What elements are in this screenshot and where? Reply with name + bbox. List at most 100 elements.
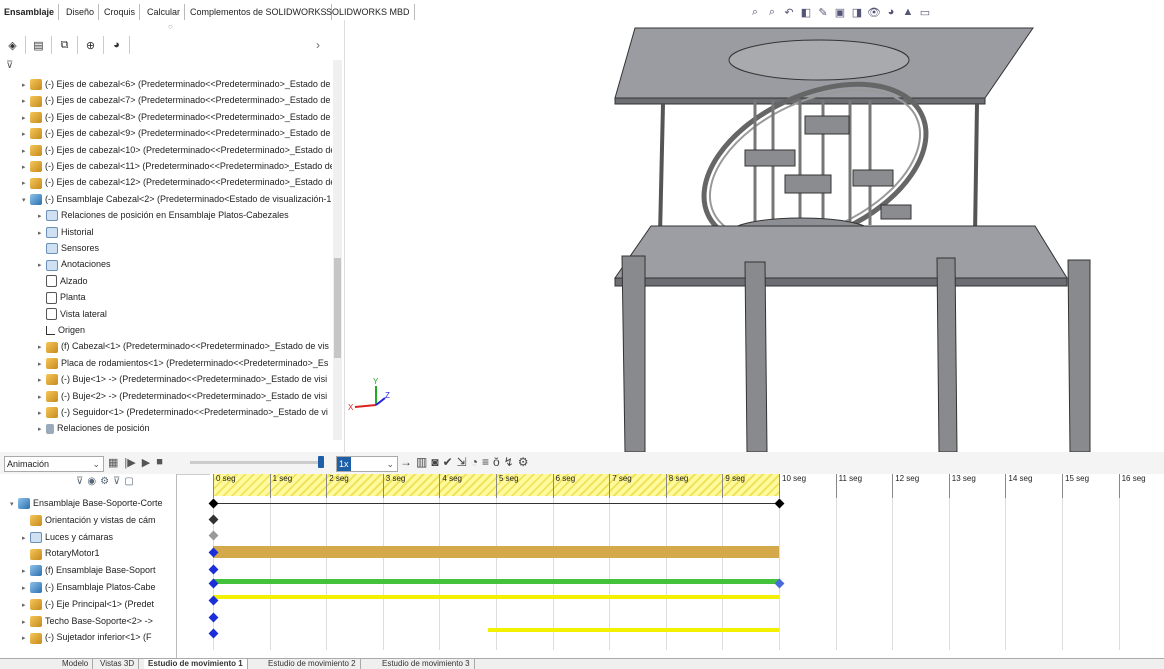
configuration-tab-icon[interactable]: ⧉ (52, 36, 78, 54)
tree-item[interactable]: ▸ Anotaciones (38, 256, 332, 272)
chevron-right-icon[interactable]: › (316, 38, 320, 52)
panel-collapse-handle[interactable]: ○ (0, 22, 344, 34)
chevron-right-icon[interactable]: ▸ (38, 390, 46, 404)
study-type-select[interactable]: Animación ⌄ (4, 456, 104, 472)
timeline-bar-platos[interactable] (213, 579, 779, 584)
chevron-down-icon[interactable]: ▾ (22, 193, 30, 207)
tree-item[interactable]: ▸ (-) Buje<1> -> (Predeterminado<<Predete… (38, 371, 332, 387)
motor-icon[interactable]: ◔ (471, 455, 478, 469)
tree-item[interactable]: ▸ (-) Ejes de cabezal<8> (Predeterminado<… (22, 109, 332, 125)
motion-tree-item[interactable]: ▸ (f) Ensamblaje Base-Soport (22, 562, 187, 579)
tab-croquis[interactable]: Croquis (100, 4, 141, 20)
chevron-right-icon[interactable]: ▸ (38, 406, 46, 420)
feature-tree-tab-icon[interactable]: ◈ (0, 36, 26, 54)
autokey-icon[interactable]: ✔ (443, 455, 453, 469)
tree-item[interactable]: ▾ (-) Ensamblaje Cabezal<2> (Predetermina… (22, 191, 332, 207)
filter-collapse-icon[interactable]: ▢ (124, 476, 133, 487)
tree-item-label: Planta (60, 292, 86, 303)
tree-item[interactable]: ▸ Relaciones de posición en Ensamblaje Pl… (38, 207, 332, 223)
chevron-right-icon[interactable]: ▸ (22, 176, 30, 190)
timeline-bar-assembly[interactable] (213, 503, 779, 504)
chevron-right-icon[interactable]: ▸ (22, 127, 30, 141)
playback-slider[interactable] (190, 456, 324, 468)
dimxpert-tab-icon[interactable]: ⊕ (78, 36, 104, 54)
tab-diseno[interactable]: Diseño (62, 4, 100, 20)
property-manager-tab-icon[interactable]: ▤ (26, 36, 52, 54)
chevron-right-icon[interactable]: ▸ (22, 597, 30, 613)
slider-knob[interactable] (318, 456, 324, 468)
tab-complementos[interactable]: Complementos de SOLIDWORKS (186, 4, 332, 20)
chevron-right-icon[interactable]: ▸ (22, 614, 30, 630)
timeline-bar-eje[interactable] (213, 595, 779, 599)
tree-item[interactable]: ▸ (-) Seguidor<1> (Predeterminado<<Predet… (38, 404, 332, 420)
motion-tree-item[interactable]: ▸ (-) Eje Principal<1> (Predet (22, 596, 187, 613)
chevron-right-icon[interactable]: ▸ (22, 580, 30, 596)
motion-tree-item[interactable]: ▸ Luces y cámaras (22, 529, 187, 546)
play-icon[interactable]: ▶ (142, 456, 150, 469)
save-animation-icon[interactable]: ▥ (416, 455, 427, 469)
motion-tree-item[interactable]: ▸ (-) Sujetador inferior<1> (F (22, 629, 187, 646)
chevron-right-icon[interactable]: ▸ (38, 422, 46, 436)
motion-tree-item[interactable]: ▸ Techo Base-Soporte<2> -> (22, 613, 187, 630)
tree-item[interactable]: ▸ (-) Ejes de cabezal<6> (Predeterminado<… (22, 76, 332, 92)
tree-item[interactable]: Alzado (38, 273, 332, 289)
chevron-right-icon[interactable]: ▸ (22, 630, 30, 646)
add-key-icon[interactable]: ⇲ (457, 455, 467, 469)
tree-item[interactable]: Sensores (38, 240, 332, 256)
tree-item[interactable]: ▸ (-) Ejes de cabezal<12> (Predeterminado… (22, 174, 332, 190)
tree-item[interactable]: Planta (38, 289, 332, 305)
timeline-bar-motor[interactable] (213, 546, 779, 558)
chevron-right-icon[interactable]: ▸ (22, 78, 30, 92)
tree-item[interactable]: ▸ (-) Ejes de cabezal<11> (Predeterminado… (22, 158, 332, 174)
tab-mbd[interactable]: SOLIDWORKS MBD (322, 4, 415, 20)
chevron-right-icon[interactable]: ▸ (38, 373, 46, 387)
filter-selected-icon[interactable]: ⚙ (100, 476, 109, 487)
tree-item[interactable]: ▸ (-) Buje<2> -> (Predeterminado<<Predete… (38, 388, 332, 404)
tree-item[interactable]: Origen (38, 322, 332, 338)
stop-icon[interactable]: ■ (156, 456, 163, 469)
chevron-right-icon[interactable]: ▸ (22, 144, 30, 158)
chevron-right-icon[interactable]: ▸ (22, 563, 30, 579)
chevron-right-icon[interactable]: ▸ (22, 530, 30, 546)
tree-item[interactable]: ▸ Historial (38, 224, 332, 240)
tree-item[interactable]: Vista lateral (38, 306, 332, 322)
tree-item[interactable]: ▸ Placa de rodamientos<1> (Predeterminado… (38, 355, 332, 371)
tab-calcular[interactable]: Calcular (143, 4, 186, 20)
chevron-right-icon[interactable]: ▸ (22, 160, 30, 174)
chevron-right-icon[interactable]: ▸ (38, 258, 46, 272)
filter-animated-icon[interactable]: ⊽ (76, 476, 83, 487)
filter-icon[interactable]: ⊽ (6, 60, 342, 74)
chevron-right-icon[interactable]: ▸ (38, 209, 46, 223)
chevron-right-icon[interactable]: ▸ (22, 94, 30, 108)
force-icon[interactable]: ↯ (504, 455, 514, 469)
playback-speed-select[interactable]: 1x ⌄ (336, 456, 398, 472)
motion-tree-item[interactable]: ▸ (-) Ensamblaje Platos-Cabe (22, 579, 187, 596)
feature-tree-scrollbar[interactable] (333, 60, 342, 440)
tree-item[interactable]: ▸ (-) Ejes de cabezal<9> (Predeterminado<… (22, 125, 332, 141)
playback-mode-icon[interactable]: → (400, 455, 412, 469)
timeline-bar-sujetador[interactable] (488, 628, 779, 632)
chevron-right-icon[interactable]: ▸ (22, 111, 30, 125)
spring-icon[interactable]: ≡ (482, 455, 489, 469)
chevron-down-icon[interactable]: ▾ (10, 496, 18, 512)
motion-tree-item[interactable]: RotaryMotor1 (22, 545, 187, 562)
chevron-right-icon[interactable]: ▸ (38, 226, 46, 240)
filter-driving-icon[interactable]: ◉ (87, 476, 96, 487)
play-from-start-icon[interactable]: |▶ (124, 456, 135, 469)
tree-item[interactable]: ▸ (f) Cabezal<1> (Predeterminado<<Predete… (38, 338, 332, 354)
settings-icon[interactable]: ⚙ (518, 455, 529, 469)
scrollbar-thumb[interactable] (334, 258, 341, 358)
chevron-right-icon[interactable]: ▸ (38, 340, 46, 354)
chevron-right-icon[interactable]: ▸ (38, 357, 46, 371)
tree-item[interactable]: ▸ (-) Ejes de cabezal<7> (Predeterminado<… (22, 92, 332, 108)
calculate-icon[interactable]: ▦ (108, 456, 118, 469)
motion-tree-item[interactable]: Orientación y vistas de cám (22, 512, 187, 529)
animation-wizard-icon[interactable]: ◙ (431, 455, 438, 469)
tree-item[interactable]: ▸ (-) Ejes de cabezal<10> (Predeterminado… (22, 142, 332, 158)
display-manager-tab-icon[interactable]: ◕ (104, 36, 130, 54)
damper-icon[interactable]: ŏ (493, 455, 500, 469)
motion-tree-item[interactable]: ▾ Ensamblaje Base-Soporte-Corte (10, 495, 175, 512)
graphics-viewport[interactable]: Y X Z (345, 20, 1164, 453)
filter-results-icon[interactable]: ⊽ (113, 476, 120, 487)
tree-item[interactable]: ▸ Relaciones de posición (38, 420, 332, 436)
